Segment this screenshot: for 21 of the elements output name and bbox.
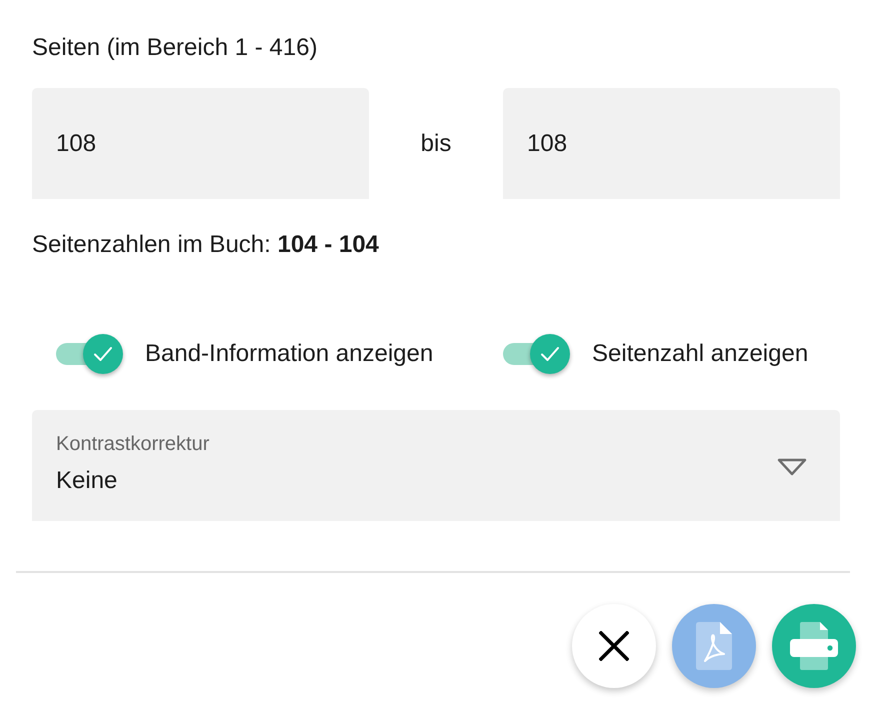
toggle-switch[interactable] [56, 334, 123, 374]
printer-icon [790, 622, 838, 670]
book-pages-text: Seitenzahlen im Buch: 104 - 104 [32, 231, 380, 259]
close-button[interactable] [572, 604, 656, 688]
select-label: Kontrastkorrektur [56, 432, 210, 456]
check-icon [540, 346, 560, 362]
range-label: Seiten (im Bereich 1 - 416) [32, 34, 318, 62]
check-icon [93, 346, 113, 362]
select-value: Keine [56, 467, 118, 495]
pdf-document-icon [696, 622, 732, 670]
page-to-field[interactable]: 108 [503, 88, 840, 199]
toggle-switch[interactable] [503, 334, 570, 374]
page-from-field[interactable]: 108 [32, 88, 369, 199]
toggle-label: Band-Information anzeigen [145, 340, 434, 368]
close-icon [599, 631, 629, 661]
dropdown-caret-icon [777, 458, 807, 476]
contrast-select[interactable]: Kontrastkorrektur Keine [32, 410, 840, 521]
pdf-button[interactable] [672, 604, 756, 688]
print-button[interactable] [772, 604, 856, 688]
toggle-label: Seitenzahl anzeigen [592, 340, 808, 368]
range-separator: bis [420, 130, 452, 158]
